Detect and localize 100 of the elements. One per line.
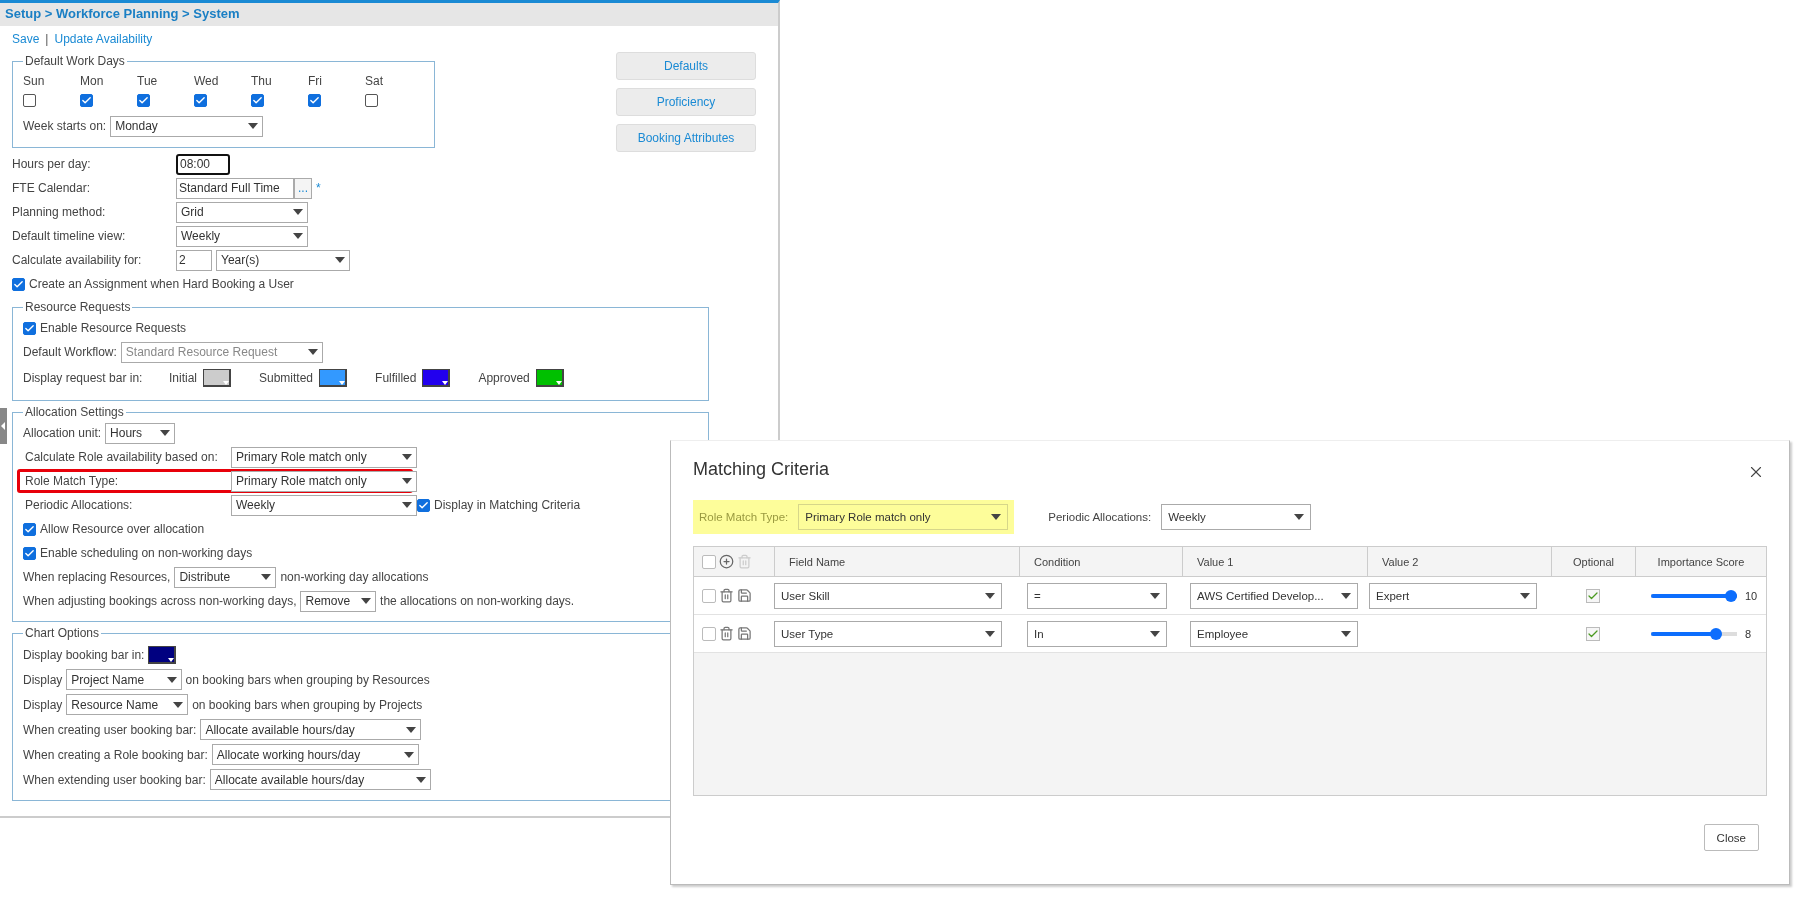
number-input[interactable]: 2 (176, 249, 212, 271)
field-label: FTE Calendar: (12, 181, 92, 195)
dropdown[interactable]: User Type (774, 620, 1002, 647)
save-link[interactable]: Save (12, 32, 40, 46)
checkbox[interactable] (365, 94, 378, 107)
checkbox-label: Allow Resource over allocation (40, 522, 205, 536)
checkbox[interactable] (23, 94, 36, 107)
score-value: 8 (1745, 627, 1752, 640)
color-picker[interactable] (422, 369, 451, 387)
dropdown[interactable]: Allocate working hours/day (211, 744, 420, 765)
column-header: Value 2 (1367, 547, 1551, 576)
dropdown[interactable]: Allocate available hours/day (200, 719, 422, 740)
column-header: Value 1 (1182, 547, 1367, 576)
field-label: Display request bar in: (23, 371, 144, 385)
dropdown[interactable]: Weekly (1161, 504, 1312, 530)
dropdown[interactable]: Employee (1190, 620, 1358, 647)
field-label: the allocations on non-working days. (380, 594, 575, 608)
color-picker[interactable] (319, 369, 348, 387)
checkbox[interactable] (12, 277, 25, 291)
caret-icon (1341, 592, 1351, 599)
delete-icon[interactable] (719, 588, 734, 603)
dialog-title: Matching Criteria (693, 459, 830, 480)
checkbox[interactable] (23, 546, 36, 560)
checkbox[interactable] (137, 94, 150, 107)
caret-icon (991, 514, 1002, 520)
caret-icon (261, 574, 272, 580)
field-label: Periodic Allocations: (25, 498, 134, 512)
dropdown[interactable]: Project Name (66, 669, 182, 690)
dropdown[interactable]: Expert (1369, 582, 1537, 609)
checkbox-label: Enable scheduling on non-working days (40, 546, 253, 560)
caret-icon (168, 657, 175, 662)
calendar-input[interactable]: Standard Full Time (176, 177, 294, 199)
group-title: Chart Options (24, 626, 101, 640)
dropdown[interactable]: User Skill (774, 582, 1002, 609)
checkbox[interactable] (80, 94, 93, 107)
checkbox[interactable] (702, 554, 716, 569)
dropdown[interactable]: Allocate available hours/day (209, 769, 431, 790)
dropdown[interactable]: Weekly (231, 494, 417, 516)
caret-icon (404, 751, 415, 758)
field-label: Hours per day: (12, 157, 92, 171)
dropdown[interactable]: In (1027, 620, 1167, 647)
dropdown[interactable]: Remove (300, 590, 377, 612)
delete-icon[interactable] (719, 626, 734, 641)
required-mark: * (316, 181, 321, 195)
dropdown[interactable]: Distribute (174, 566, 277, 588)
column-header: Condition (1019, 547, 1182, 576)
color-picker[interactable] (203, 369, 231, 387)
caret-icon (166, 676, 177, 683)
save-icon[interactable] (737, 626, 752, 641)
field-label: Display booking bar in: (23, 647, 145, 662)
checkbox-label: Display in Matching Criteria (434, 498, 581, 512)
separator: | (45, 32, 49, 46)
checkbox[interactable] (251, 94, 264, 107)
dropdown[interactable]: Hours (105, 422, 176, 444)
dropdown[interactable]: Weekly (176, 225, 308, 247)
score-value: 10 (1745, 589, 1758, 602)
field-label: When creating user booking bar: (23, 722, 197, 737)
checkbox[interactable] (417, 498, 430, 512)
field-label: Default Workflow: (23, 345, 117, 359)
close-button[interactable]: Close (1703, 824, 1759, 851)
day-label: Fri (308, 74, 323, 88)
checkbox[interactable] (23, 522, 36, 536)
caret-icon (415, 776, 426, 783)
caret-icon (293, 209, 303, 215)
group-title: Allocation Settings (24, 405, 125, 419)
caret-icon (1150, 592, 1160, 599)
checkbox[interactable] (1586, 588, 1600, 603)
caret-icon (402, 478, 412, 484)
dropdown[interactable]: Grid (176, 201, 308, 223)
save-icon[interactable] (737, 588, 752, 603)
dropdown[interactable]: Resource Name (66, 694, 189, 715)
color-picker[interactable] (148, 645, 177, 664)
checkbox[interactable] (702, 626, 716, 641)
collapse-tab[interactable] (0, 408, 7, 444)
checkbox-label: Create an Assignment when Hard Booking a User (29, 277, 294, 291)
day-label: Tue (137, 74, 159, 88)
dropdown[interactable]: Primary Role match only (798, 504, 1009, 530)
checkbox[interactable] (1586, 626, 1600, 641)
checkbox[interactable] (308, 94, 321, 107)
color-picker[interactable] (535, 369, 564, 387)
add-icon[interactable] (719, 554, 734, 569)
checkbox[interactable] (702, 588, 716, 603)
dropdown[interactable]: Primary Role match only (231, 446, 417, 468)
caret-icon (442, 381, 449, 385)
dropdown[interactable]: Monday (110, 115, 264, 137)
checkbox[interactable] (23, 321, 36, 335)
field-label: Week starts on: (23, 119, 107, 133)
group-title: Resource Requests (24, 300, 132, 314)
checkbox[interactable] (194, 94, 207, 107)
update-link[interactable]: Update Availability (54, 32, 153, 46)
dropdown[interactable]: Year(s) (216, 249, 350, 271)
dropdown[interactable]: = (1027, 582, 1167, 609)
dropdown[interactable]: Primary Role match only (231, 470, 417, 492)
filter-label: Periodic Allocations: (1048, 511, 1152, 523)
caret-icon (1341, 630, 1351, 637)
field-label: Default timeline view: (12, 229, 127, 243)
field-label: Approved (478, 371, 530, 385)
caret-icon (985, 630, 995, 637)
dropdown[interactable]: AWS Certified Develop... (1190, 582, 1358, 609)
time-input[interactable]: 08:00 (176, 153, 230, 175)
